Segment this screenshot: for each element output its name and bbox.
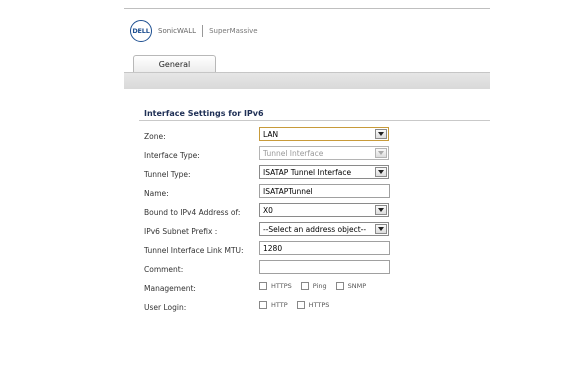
- tab-general[interactable]: General: [133, 55, 216, 72]
- name-label: Name:: [144, 188, 169, 198]
- snmp-checkbox[interactable]: [335, 282, 344, 290]
- comment-label: Comment:: [144, 264, 184, 274]
- tunnel-type-value: ISATAP Tunnel Interface: [263, 167, 352, 177]
- https-label: HTTPS: [271, 282, 292, 290]
- interface-type-value: Tunnel Interface: [263, 148, 324, 158]
- zone-label: Zone:: [144, 131, 166, 141]
- brand-name: SonicWALL: [158, 27, 197, 35]
- subnet-prefix-value: --Select an address object--: [263, 224, 367, 234]
- user-login-options: HTTP HTTPS: [259, 298, 338, 312]
- chevron-down-icon[interactable]: [375, 224, 387, 234]
- product-name: SuperMassive: [209, 27, 258, 35]
- dell-logo-icon: DELL: [130, 20, 152, 42]
- chevron-down-icon[interactable]: [375, 129, 387, 139]
- interface-type-label: Interface Type:: [144, 150, 200, 160]
- login-http-label: HTTP: [271, 301, 288, 309]
- login-http-checkbox[interactable]: [259, 301, 267, 309]
- https-checkbox[interactable]: [259, 282, 267, 290]
- mtu-label: Tunnel Interface Link MTU:: [144, 245, 244, 255]
- tunnel-type-label: Tunnel Type:: [144, 169, 191, 179]
- chevron-down-icon[interactable]: [375, 205, 387, 215]
- top-divider: [124, 8, 490, 9]
- interface-type-select: Tunnel Interface: [259, 146, 389, 160]
- zone-value: LAN: [263, 129, 279, 139]
- management-label: Management:: [144, 283, 196, 293]
- login-https-checkbox[interactable]: [296, 301, 305, 309]
- comment-input[interactable]: [259, 260, 390, 274]
- user-login-label: User Login:: [144, 302, 187, 312]
- chevron-down-icon: [375, 148, 387, 158]
- bound-ipv4-value: X0: [263, 205, 273, 215]
- section-divider: [139, 120, 490, 121]
- brand-separator: [202, 25, 204, 37]
- section-title: Interface Settings for IPv6: [144, 109, 264, 118]
- name-input[interactable]: ISATAPTunnel: [259, 184, 390, 198]
- tab-bar: [124, 72, 490, 89]
- ping-checkbox[interactable]: [300, 282, 309, 290]
- management-options: HTTPS Ping SNMP: [259, 279, 375, 293]
- login-https-label: HTTPS: [308, 301, 330, 309]
- snmp-label: SNMP: [347, 282, 367, 290]
- zone-select[interactable]: LAN: [259, 127, 389, 141]
- brand-header: DELL SonicWALL SuperMassive: [130, 20, 258, 42]
- mtu-input[interactable]: 1280: [259, 241, 390, 255]
- subnet-prefix-label: IPv6 Subnet Prefix :: [144, 226, 218, 236]
- ping-label: Ping: [312, 282, 327, 290]
- tunnel-type-select[interactable]: ISATAP Tunnel Interface: [259, 165, 389, 179]
- bound-ipv4-select[interactable]: X0: [259, 203, 389, 217]
- chevron-down-icon[interactable]: [375, 167, 387, 177]
- subnet-prefix-select[interactable]: --Select an address object--: [259, 222, 389, 236]
- bound-ipv4-label: Bound to IPv4 Address of:: [144, 207, 241, 217]
